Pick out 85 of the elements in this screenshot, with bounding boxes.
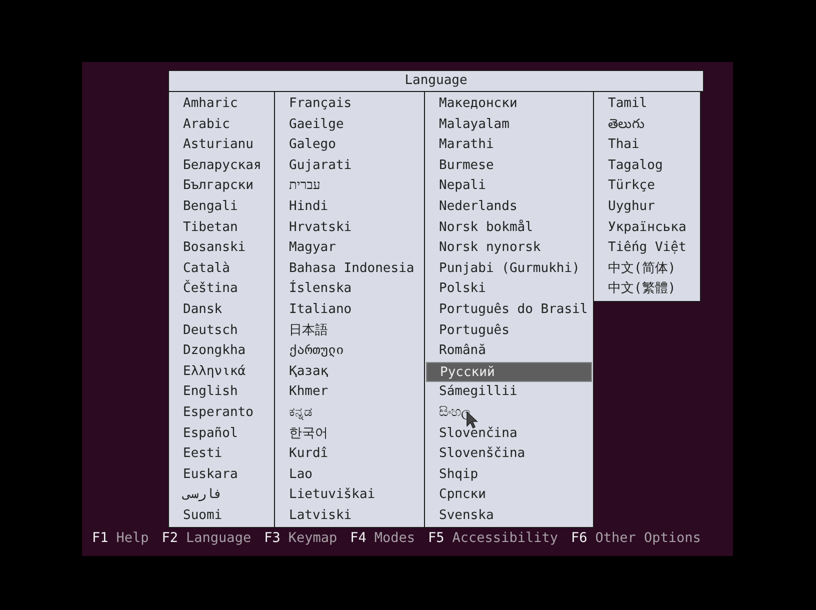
language-option[interactable]: Tamil <box>595 94 699 115</box>
language-option[interactable]: Hindi <box>276 196 423 218</box>
language-option[interactable]: Svenska <box>426 506 592 526</box>
language-option[interactable]: Български <box>170 176 273 197</box>
language-option[interactable]: Norsk nynorsk <box>426 238 592 259</box>
menu-title: Language <box>168 70 704 92</box>
function-key: F5 <box>428 528 444 548</box>
language-option[interactable]: Tagalog <box>595 156 699 176</box>
language-option[interactable]: Kurdî <box>276 444 423 465</box>
function-label[interactable]: Help <box>116 528 149 548</box>
function-label[interactable]: Modes <box>374 528 416 548</box>
language-option[interactable]: Punjabi (Gurmukhi) <box>426 258 592 280</box>
language-option[interactable]: עברית <box>276 176 423 197</box>
language-option[interactable]: Русский <box>426 362 592 382</box>
function-key: F3 <box>264 528 280 548</box>
language-option[interactable]: ಕನ್ನಡ <box>276 402 423 424</box>
language-option[interactable]: Беларуская <box>170 156 273 176</box>
function-key: F4 <box>350 528 366 548</box>
language-option[interactable]: Gujarati <box>276 156 423 176</box>
language-option[interactable]: Burmese <box>426 156 592 176</box>
language-option[interactable]: Română <box>426 341 592 362</box>
language-option[interactable]: Nederlands <box>426 196 592 218</box>
language-option[interactable]: Türkçe <box>595 176 699 197</box>
function-key: F6 <box>570 528 588 548</box>
language-option[interactable]: 中文(简体) <box>595 258 699 280</box>
language-option[interactable]: Thai <box>595 135 699 156</box>
language-option[interactable]: Bahasa Indonesia <box>276 258 423 280</box>
language-option[interactable]: Slovenščina <box>426 444 592 465</box>
language-option[interactable]: Català <box>170 258 273 280</box>
language-option[interactable]: Íslenska <box>276 279 423 300</box>
language-option[interactable]: Bosanski <box>170 238 273 259</box>
language-option[interactable]: English <box>170 382 273 403</box>
language-option[interactable]: فارسی <box>170 485 273 506</box>
language-option[interactable]: Gaeilge <box>276 114 423 136</box>
language-option[interactable]: Marathi <box>426 135 592 156</box>
language-option[interactable]: Slovenčina <box>426 424 592 444</box>
language-option[interactable]: Français <box>276 94 423 115</box>
language-option[interactable]: Malayalam <box>426 114 592 136</box>
language-option[interactable]: 한국어 <box>276 424 423 444</box>
language-option[interactable]: Suomi <box>170 506 273 526</box>
language-option[interactable]: Ελληνικά <box>170 362 273 382</box>
function-label[interactable]: Language <box>186 528 252 548</box>
language-option[interactable]: Khmer <box>276 382 423 403</box>
language-option[interactable]: Українська <box>595 218 699 238</box>
language-option[interactable]: Македонски <box>426 94 592 115</box>
language-option[interactable]: Sámegillii <box>426 382 592 403</box>
language-option[interactable]: Қазақ <box>276 362 423 382</box>
language-option[interactable]: 中文(繁體) <box>595 279 699 300</box>
language-option[interactable]: Uyghur <box>595 196 699 218</box>
language-option[interactable]: Čeština <box>170 279 273 300</box>
language-option[interactable]: Bengali <box>170 196 273 218</box>
language-option[interactable]: Galego <box>276 135 423 156</box>
language-option[interactable]: Português do Brasil <box>426 300 592 321</box>
language-option[interactable]: Tibetan <box>170 218 273 238</box>
language-option[interactable]: Amharic <box>170 94 273 115</box>
language-option[interactable]: Arabic <box>170 114 273 136</box>
language-option[interactable]: Lietuviškai <box>276 485 423 506</box>
language-option[interactable]: Italiano <box>276 300 423 321</box>
language-option[interactable]: Nepali <box>426 176 592 197</box>
function-label[interactable]: Keymap <box>288 528 338 548</box>
language-option[interactable]: Esperanto <box>170 402 273 424</box>
language-option[interactable]: Hrvatski <box>276 218 423 238</box>
function-label[interactable]: Other Options <box>595 528 701 548</box>
function-label[interactable]: Accessibility <box>452 528 558 548</box>
language-option[interactable]: తెలుగు <box>595 114 699 136</box>
language-option[interactable]: Српски <box>426 485 592 506</box>
language-option[interactable]: Español <box>170 424 273 444</box>
language-option[interactable]: Polski <box>426 279 592 300</box>
language-option[interactable]: Magyar <box>276 238 423 259</box>
language-option[interactable]: Euskara <box>170 464 273 486</box>
language-option[interactable]: Lao <box>276 464 423 486</box>
function-key: F2 <box>162 528 178 548</box>
language-option[interactable]: Asturianu <box>170 135 273 156</box>
language-option[interactable]: Norsk bokmål <box>426 218 592 238</box>
language-option[interactable]: Shqip <box>426 464 592 486</box>
language-option[interactable]: Tiếng Việt <box>595 238 699 259</box>
language-option[interactable]: Dansk <box>170 300 273 321</box>
language-option[interactable]: ქართული <box>276 341 423 362</box>
language-option[interactable]: Deutsch <box>170 320 273 342</box>
language-option[interactable]: Português <box>426 320 592 342</box>
language-option[interactable]: 日本語 <box>276 320 423 342</box>
function-key: F1 <box>92 528 108 548</box>
language-option[interactable]: Dzongkha <box>170 341 273 362</box>
language-option[interactable]: Latviski <box>276 506 423 526</box>
language-option[interactable]: Eesti <box>170 444 273 465</box>
